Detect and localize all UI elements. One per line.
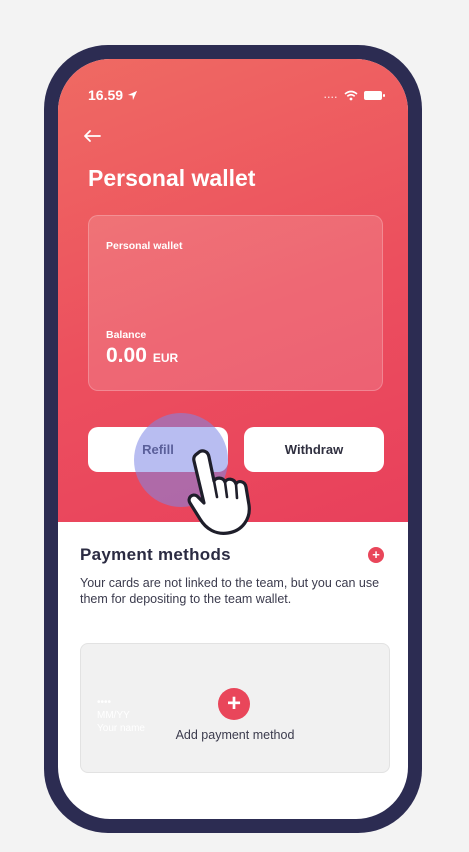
status-time: 16.59	[88, 87, 124, 103]
back-button[interactable]	[82, 127, 102, 147]
location-arrow-icon	[127, 90, 138, 100]
status-indicators: ....	[323, 90, 385, 101]
wallet-card-label: Personal wallet	[106, 240, 183, 252]
add-payment-plus-button[interactable]: +	[368, 547, 384, 563]
plus-icon: +	[372, 547, 380, 562]
pointing-hand-icon	[187, 449, 251, 535]
ghost-card-expiry: MM/YY	[97, 710, 130, 721]
battery-icon	[364, 90, 385, 100]
signal-dots: ....	[323, 90, 338, 100]
balance-amount: 0.00	[106, 344, 147, 367]
status-time-group: 16.59	[88, 87, 138, 103]
add-payment-method-label: Add payment method	[175, 728, 295, 742]
add-payment-plus-icon: +	[218, 688, 250, 720]
balance-label: Balance	[106, 329, 147, 341]
app-screen: 16.59 .... Personal wallet Personal wall…	[58, 59, 408, 819]
status-bar: 16.59 ....	[88, 87, 385, 103]
add-payment-method-card[interactable]: •••• MM/YY Your name + Add payment metho…	[80, 643, 390, 773]
phone-frame: 16.59 .... Personal wallet Personal wall…	[44, 45, 422, 833]
ghost-card-dots: ••••	[97, 697, 112, 708]
wifi-icon	[344, 90, 358, 100]
page-title: Personal wallet	[88, 165, 256, 191]
wallet-card: Personal wallet Balance 0.00 EUR	[88, 215, 383, 391]
balance-currency: EUR	[152, 351, 179, 365]
payment-methods-description: Your cards are not linked to the team, b…	[80, 576, 380, 606]
balance-value: 0.00 EUR	[106, 344, 178, 368]
payment-methods-title: Payment methods	[80, 545, 231, 564]
arrow-left-icon	[84, 130, 101, 142]
payment-methods-header: Payment methods +	[80, 545, 384, 565]
